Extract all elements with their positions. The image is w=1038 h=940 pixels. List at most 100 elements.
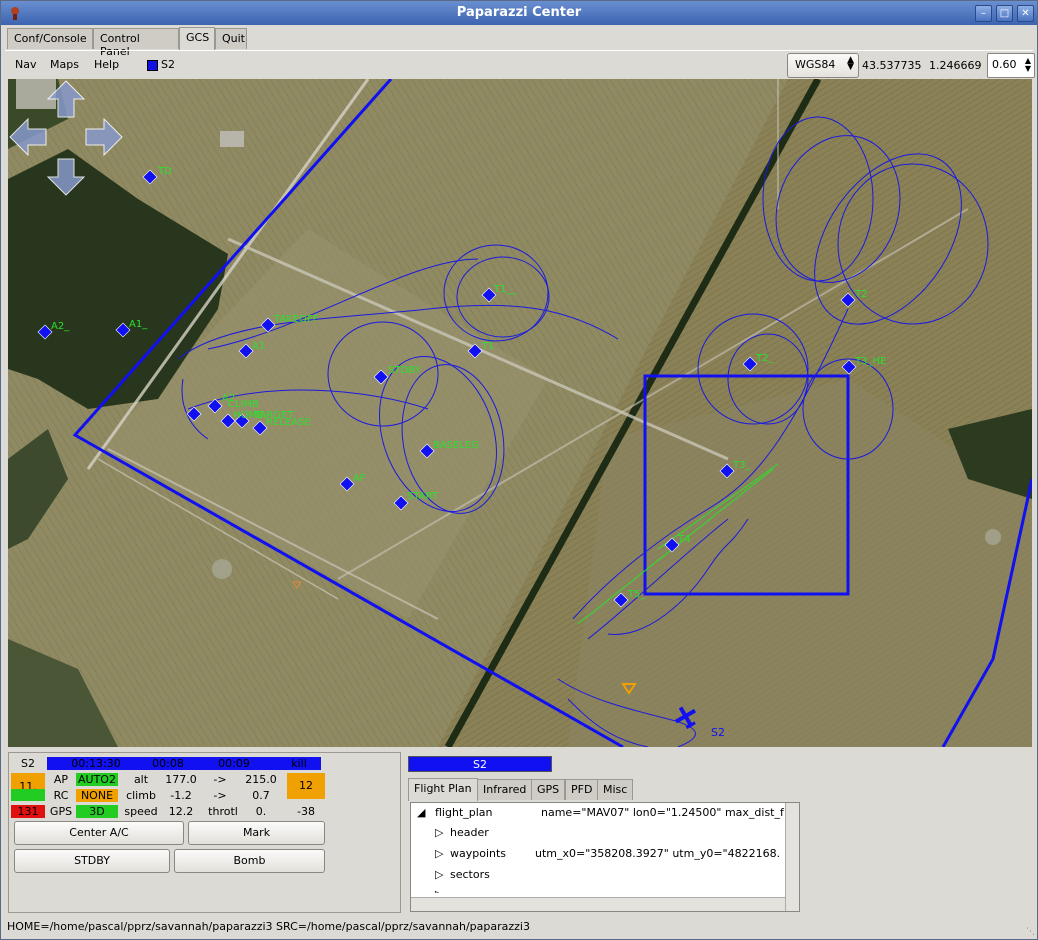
tree-row-flight-plan[interactable]: ◢ flight_plan name="MAV07" lon0="1.24500… — [417, 803, 784, 823]
waypoint-label: T5_ — [627, 589, 646, 600]
tree-value: name="MAV07" lon0="1.24500" max_dist_f — [541, 806, 784, 819]
rc-label: RC — [53, 789, 69, 802]
climb-label: climb — [126, 789, 156, 802]
menu-nav[interactable]: Nav — [15, 58, 36, 71]
resize-grip-icon[interactable]: ⋱ — [1026, 927, 1035, 937]
strip-ac-name: S2 — [21, 757, 35, 770]
tree-key: flight_plan — [435, 806, 493, 819]
menu-maps[interactable]: Maps — [50, 58, 79, 71]
collapsed-triangle-icon[interactable]: ▷ — [435, 826, 443, 839]
tree-key: header — [450, 826, 489, 839]
bottom-panel: S2 00:13:30 00:08 00:09 kill 11. 131 AP … — [5, 749, 1035, 919]
zoom-spinner[interactable]: 0.60 ▲ ▼ — [987, 53, 1035, 78]
collapsed-triangle-icon[interactable]: ▷ — [435, 868, 443, 881]
speed-label: speed — [124, 805, 158, 818]
wind-direction: -38 — [297, 805, 315, 818]
maximize-button[interactable]: □ — [996, 5, 1013, 22]
flight-plan-tree[interactable]: ◢ flight_plan name="MAV07" lon0="1.24500… — [410, 802, 800, 912]
speed-value: 12.2 — [168, 805, 194, 818]
spinner-arrows-icon: ▲ ▼ — [1024, 56, 1031, 73]
strip-block-time: 00:08 — [152, 757, 184, 770]
battery-gauge — [11, 789, 45, 801]
expanded-triangle-icon[interactable]: ◢ — [417, 806, 425, 819]
window-title: Paparazzi Center — [456, 5, 582, 20]
tree-key: waypoints — [450, 847, 507, 860]
tab-conf-console[interactable]: Conf/Console — [7, 28, 93, 49]
alt-arrow: -> — [213, 773, 227, 786]
tab-control-panel[interactable]: Control Panel — [93, 28, 179, 58]
longitude-readout: 1.246669 — [929, 59, 982, 72]
climb-target: 0.7 — [252, 789, 270, 802]
tree-row-header[interactable]: ▷ header — [435, 823, 489, 843]
gcs-toolbar: Nav Maps Help S2 WGS84 ▲ ▼ 43.537735 1.24… — [5, 50, 1035, 78]
waypoint-label: BASELEG — [433, 440, 479, 451]
waypoint-label: T2 — [854, 289, 867, 300]
zoom-value: 0.60 — [992, 58, 1017, 71]
aircraft-notebook-tab[interactable]: S2 — [408, 756, 552, 772]
tree-key: sectors — [450, 868, 490, 881]
title-bar[interactable]: Paparazzi Center – □ ✕ — [1, 1, 1037, 25]
waypoint-label: T1 — [481, 341, 494, 352]
throttle-value: 0. — [255, 805, 267, 818]
tab-gps[interactable]: GPS — [531, 779, 566, 800]
menu-help[interactable]: Help — [94, 58, 119, 71]
updown-arrow-icon: ▲ ▼ — [847, 55, 854, 72]
vertical-scrollbar[interactable] — [785, 803, 799, 911]
ap-mode: AUTO2 — [76, 773, 118, 786]
status-bar: HOME=/home/pascal/pprz/savannah/paparazz… — [7, 920, 530, 933]
waypoint-label: T3_ — [732, 460, 751, 471]
tab-gcs[interactable]: GCS — [179, 27, 215, 50]
tree-row-exceptions[interactable]: ▷ exceptions — [435, 885, 443, 893]
aircraft-map-label: S2 — [711, 726, 725, 739]
aircraft-label[interactable]: S2 — [161, 58, 175, 71]
waypoint-label: AF — [353, 473, 366, 484]
center-ac-button[interactable]: Center A/C — [14, 821, 184, 845]
ap-label: AP — [53, 773, 69, 786]
alt-target: 215.0 — [245, 773, 277, 786]
mark-button[interactable]: Mark — [188, 821, 325, 845]
collapsed-triangle-icon[interactable]: ▷ — [435, 847, 443, 860]
tab-misc[interactable]: Misc — [597, 779, 634, 800]
map-canvas[interactable]: TD T1__ T1 TAKEOFF A1 A1_ A2_ STDBY A2 C… — [8, 79, 1032, 747]
tab-quit[interactable]: Quit — [215, 28, 247, 49]
latitude-readout: 43.537735 — [862, 59, 922, 72]
tree-row-waypoints[interactable]: ▷ waypoints utm_x0="358208.3927" utm_y0=… — [435, 844, 780, 864]
tab-pfd[interactable]: PFD — [565, 779, 599, 800]
waypoint-label: T3_HE — [854, 356, 886, 367]
bomb-button[interactable]: Bomb — [174, 849, 325, 873]
minimize-button[interactable]: – — [975, 5, 992, 22]
collapsed-triangle-icon[interactable]: ▷ — [435, 888, 443, 893]
climb-value: -1.2 — [170, 789, 192, 802]
projection-select[interactable]: WGS84 ▲ ▼ — [787, 53, 859, 78]
waypoint-label: A2_ — [51, 321, 70, 332]
stdby-button[interactable]: STDBY — [14, 849, 170, 873]
wind-indicator: 12 — [287, 773, 325, 799]
waypoint-label: STDBY — [388, 365, 421, 376]
waypoint-label: TD — [157, 166, 172, 177]
tab-flight-plan[interactable]: Flight Plan — [408, 778, 478, 801]
waypoint-label: T2_ — [755, 353, 774, 364]
map-svg: TD T1__ T1 TAKEOFF A1 A1_ A2_ STDBY A2 C… — [8, 79, 1032, 747]
throttle-label: throtl — [208, 805, 238, 818]
waypoint-label: T4 — [677, 534, 690, 545]
waypoint-label: CLIMB — [228, 399, 259, 410]
aircraft-color-swatch — [147, 60, 158, 71]
projection-value: WGS84 — [795, 58, 836, 71]
waypoint-label: TAKEOFF — [273, 314, 319, 325]
alt-label: alt — [133, 773, 149, 786]
close-button[interactable]: ✕ — [1017, 5, 1034, 22]
alt-value: 177.0 — [165, 773, 197, 786]
tree-value: utm_x0="358208.3927" utm_y0="4822168. — [535, 847, 781, 860]
waypoint-label: A1_ — [129, 319, 148, 330]
horizontal-scrollbar[interactable] — [411, 897, 785, 911]
tab-infrared[interactable]: Infrared — [477, 779, 533, 800]
tree-row-sectors[interactable]: ▷ sectors — [435, 865, 490, 885]
climb-arrow: -> — [213, 789, 227, 802]
gps-status: 3D — [76, 805, 118, 818]
strip-kill[interactable]: kill — [279, 757, 319, 770]
gps-label: GPS — [49, 805, 73, 818]
waypoint-label: A1 — [252, 341, 265, 352]
strip-flight-time: 00:13:30 — [71, 757, 121, 770]
waypoint-label: START — [407, 491, 439, 502]
rc-status: NONE — [76, 789, 118, 802]
